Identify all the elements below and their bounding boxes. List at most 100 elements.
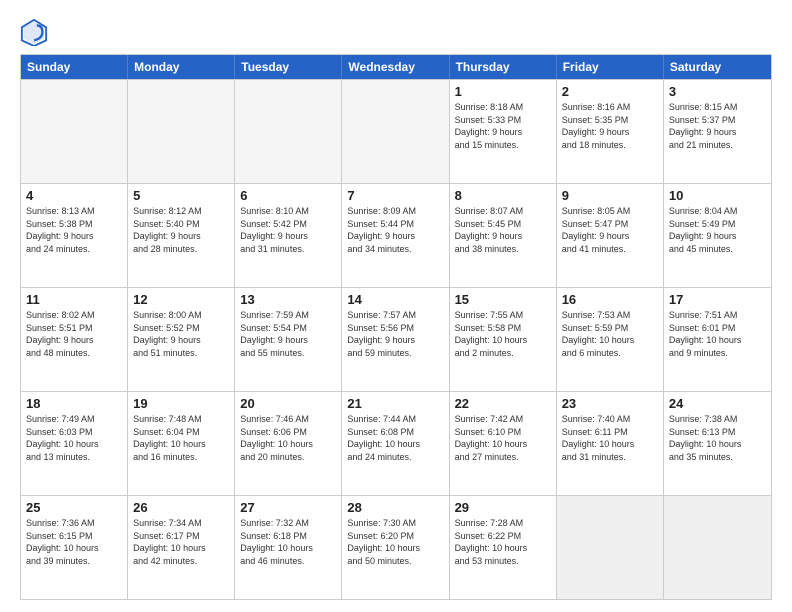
calendar-cell: 21Sunrise: 7:44 AM Sunset: 6:08 PM Dayli… [342,392,449,495]
day-number: 28 [347,500,443,515]
day-info: Sunrise: 8:00 AM Sunset: 5:52 PM Dayligh… [133,309,229,359]
calendar-cell [128,80,235,183]
day-info: Sunrise: 7:42 AM Sunset: 6:10 PM Dayligh… [455,413,551,463]
day-number: 10 [669,188,766,203]
calendar-cell: 22 Sunrise: 7:42 AM Sunset: 6:10 PM Dayli… [450,392,557,495]
calendar-cell: 27 Sunrise: 7:32 AM Sunset: 6:18 PM Dayli… [235,496,342,599]
day-number: 13 [240,292,336,307]
day-info: Sunrise: 8:09 AM Sunset: 5:44 PM Dayligh… [347,205,443,255]
day-number: 26 [133,500,229,515]
weekday-header: Saturday [664,55,771,79]
day-number: 29 [455,500,551,515]
calendar-cell: 11 Sunrise: 8:02 AM Sunset: 5:51 PM Dayli… [21,288,128,391]
calendar-cell: 20 Sunrise: 7:46 AM Sunset: 6:06 PM Dayli… [235,392,342,495]
day-number: 22 [455,396,551,411]
calendar-cell: 1Sunrise: 8:18 AM Sunset: 5:33 PM Daylig… [450,80,557,183]
day-info: Sunrise: 7:48 AM Sunset: 6:04 PM Dayligh… [133,413,229,463]
weekday-header: Thursday [450,55,557,79]
day-number: 2 [562,84,658,99]
day-number: 23 [562,396,658,411]
day-number: 7 [347,188,443,203]
day-number: 4 [26,188,122,203]
calendar-cell [21,80,128,183]
day-info: Sunrise: 8:15 AM Sunset: 5:37 PM Dayligh… [669,101,766,151]
day-number: 5 [133,188,229,203]
day-number: 25 [26,500,122,515]
day-info: Sunrise: 7:55 AM Sunset: 5:58 PM Dayligh… [455,309,551,359]
logo-icon [20,18,48,46]
calendar-cell: 14 Sunrise: 7:57 AM Sunset: 5:56 PM Dayli… [342,288,449,391]
calendar: SundayMondayTuesdayWednesdayThursdayFrid… [20,54,772,600]
day-number: 8 [455,188,551,203]
day-number: 21 [347,396,443,411]
weekday-header: Friday [557,55,664,79]
day-info: Sunrise: 7:49 AM Sunset: 6:03 PM Dayligh… [26,413,122,463]
day-info: Sunrise: 7:36 AM Sunset: 6:15 PM Dayligh… [26,517,122,567]
calendar-cell: 15 Sunrise: 7:55 AM Sunset: 5:58 PM Dayli… [450,288,557,391]
day-info: Sunrise: 7:38 AM Sunset: 6:13 PM Dayligh… [669,413,766,463]
day-info: Sunrise: 8:13 AM Sunset: 5:38 PM Dayligh… [26,205,122,255]
calendar-cell: 10 Sunrise: 8:04 AM Sunset: 5:49 PM Dayli… [664,184,771,287]
calendar-cell: 29 Sunrise: 7:28 AM Sunset: 6:22 PM Dayli… [450,496,557,599]
day-number: 3 [669,84,766,99]
day-info: Sunrise: 7:51 AM Sunset: 6:01 PM Dayligh… [669,309,766,359]
calendar-row: 4 Sunrise: 8:13 AM Sunset: 5:38 PM Daylig… [21,183,771,287]
calendar-cell: 4 Sunrise: 8:13 AM Sunset: 5:38 PM Daylig… [21,184,128,287]
calendar-cell: 26 Sunrise: 7:34 AM Sunset: 6:17 PM Dayli… [128,496,235,599]
calendar-cell [235,80,342,183]
calendar-cell: 8 Sunrise: 8:07 AM Sunset: 5:45 PM Daylig… [450,184,557,287]
day-info: Sunrise: 7:53 AM Sunset: 5:59 PM Dayligh… [562,309,658,359]
day-info: Sunrise: 8:04 AM Sunset: 5:49 PM Dayligh… [669,205,766,255]
calendar-cell: 19 Sunrise: 7:48 AM Sunset: 6:04 PM Dayli… [128,392,235,495]
day-number: 14 [347,292,443,307]
day-number: 19 [133,396,229,411]
calendar-cell: 6 Sunrise: 8:10 AM Sunset: 5:42 PM Daylig… [235,184,342,287]
weekday-header: Tuesday [235,55,342,79]
calendar-cell: 16 Sunrise: 7:53 AM Sunset: 5:59 PM Dayli… [557,288,664,391]
calendar-cell: 12Sunrise: 8:00 AM Sunset: 5:52 PM Dayli… [128,288,235,391]
calendar-cell: 7 Sunrise: 8:09 AM Sunset: 5:44 PM Daylig… [342,184,449,287]
calendar-cell [557,496,664,599]
day-info: Sunrise: 8:05 AM Sunset: 5:47 PM Dayligh… [562,205,658,255]
day-number: 9 [562,188,658,203]
day-info: Sunrise: 8:12 AM Sunset: 5:40 PM Dayligh… [133,205,229,255]
day-info: Sunrise: 8:07 AM Sunset: 5:45 PM Dayligh… [455,205,551,255]
weekday-header: Monday [128,55,235,79]
day-info: Sunrise: 8:10 AM Sunset: 5:42 PM Dayligh… [240,205,336,255]
day-info: Sunrise: 7:34 AM Sunset: 6:17 PM Dayligh… [133,517,229,567]
day-number: 17 [669,292,766,307]
day-number: 24 [669,396,766,411]
day-info: Sunrise: 7:59 AM Sunset: 5:54 PM Dayligh… [240,309,336,359]
day-info: Sunrise: 7:28 AM Sunset: 6:22 PM Dayligh… [455,517,551,567]
calendar-row: 18 Sunrise: 7:49 AM Sunset: 6:03 PM Dayli… [21,391,771,495]
calendar-header: SundayMondayTuesdayWednesdayThursdayFrid… [21,55,771,79]
calendar-cell: 23 Sunrise: 7:40 AM Sunset: 6:11 PM Dayli… [557,392,664,495]
day-number: 6 [240,188,336,203]
day-info: Sunrise: 7:46 AM Sunset: 6:06 PM Dayligh… [240,413,336,463]
day-info: Sunrise: 8:02 AM Sunset: 5:51 PM Dayligh… [26,309,122,359]
day-number: 11 [26,292,122,307]
day-info: Sunrise: 7:32 AM Sunset: 6:18 PM Dayligh… [240,517,336,567]
day-info: Sunrise: 7:40 AM Sunset: 6:11 PM Dayligh… [562,413,658,463]
calendar-cell: 13 Sunrise: 7:59 AM Sunset: 5:54 PM Dayli… [235,288,342,391]
day-number: 27 [240,500,336,515]
day-info: Sunrise: 8:18 AM Sunset: 5:33 PM Dayligh… [455,101,551,151]
calendar-cell [664,496,771,599]
calendar-cell: 17 Sunrise: 7:51 AM Sunset: 6:01 PM Dayli… [664,288,771,391]
calendar-body: 1Sunrise: 8:18 AM Sunset: 5:33 PM Daylig… [21,79,771,599]
calendar-row: 11 Sunrise: 8:02 AM Sunset: 5:51 PM Dayli… [21,287,771,391]
calendar-row: 25 Sunrise: 7:36 AM Sunset: 6:15 PM Dayli… [21,495,771,599]
day-info: Sunrise: 7:57 AM Sunset: 5:56 PM Dayligh… [347,309,443,359]
day-number: 16 [562,292,658,307]
header [20,18,772,46]
calendar-row: 1Sunrise: 8:18 AM Sunset: 5:33 PM Daylig… [21,79,771,183]
day-number: 18 [26,396,122,411]
day-number: 15 [455,292,551,307]
day-number: 20 [240,396,336,411]
logo [20,18,52,46]
calendar-cell: 28 Sunrise: 7:30 AM Sunset: 6:20 PM Dayli… [342,496,449,599]
day-info: Sunrise: 7:30 AM Sunset: 6:20 PM Dayligh… [347,517,443,567]
calendar-cell: 9 Sunrise: 8:05 AM Sunset: 5:47 PM Daylig… [557,184,664,287]
page: SundayMondayTuesdayWednesdayThursdayFrid… [0,0,792,612]
weekday-header: Wednesday [342,55,449,79]
